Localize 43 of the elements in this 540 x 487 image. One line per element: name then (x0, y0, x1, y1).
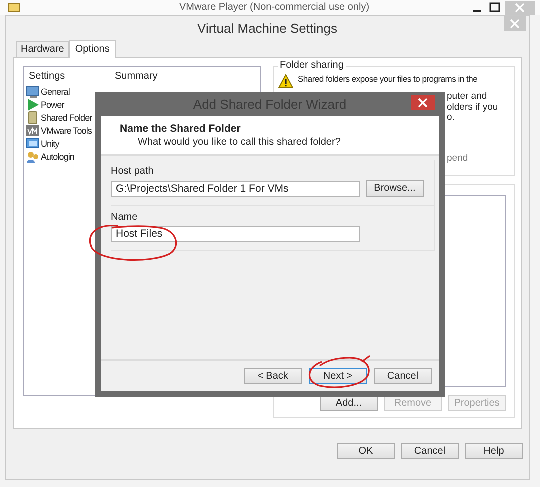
button[interactable]: Help (465, 443, 523, 459)
tab[interactable]: Options (69, 40, 116, 58)
group-label: Folder sharing (278, 60, 346, 71)
window-icon (26, 136, 40, 150)
field-label: Host path (111, 166, 155, 177)
maximize-icon[interactable] (487, 2, 503, 14)
step-title: Name the Shared Folder (120, 123, 242, 135)
button[interactable]: Cancel (401, 443, 459, 459)
monitor-icon (26, 84, 40, 98)
browse-button[interactable]: Browse... (366, 180, 424, 197)
vm-icon (26, 124, 40, 138)
settings-item[interactable]: General (41, 86, 70, 96)
column-header: Summary (115, 71, 158, 82)
settings-item[interactable]: Power (41, 100, 64, 110)
step-description: What would you like to call this shared folder? (137, 137, 342, 148)
close-icon (418, 98, 428, 108)
warning-text: olders if you (447, 102, 498, 113)
warning-icon (278, 74, 294, 89)
button[interactable]: Cancel (374, 368, 432, 384)
input-field[interactable]: G:\Projects\Shared Folder 1 For VMs (111, 180, 360, 196)
column-header: Settings (29, 71, 66, 82)
field-label: Name (111, 212, 139, 223)
settings-item[interactable]: Shared Folder (41, 112, 92, 122)
play-icon (26, 98, 40, 112)
settings-item[interactable]: Autologin (41, 152, 74, 162)
input-field[interactable]: Host Files (111, 226, 360, 242)
settings-item[interactable]: VMware Tools (41, 126, 92, 136)
close-button[interactable] (411, 95, 435, 110)
warning-text: Shared folders expose your files to programs in the (298, 74, 478, 85)
dialog-title: Virtual Machine Settings (198, 20, 338, 36)
button[interactable]: < Back (244, 368, 302, 384)
tab[interactable]: Hardware (16, 41, 70, 57)
button[interactable]: OK (337, 443, 395, 459)
settings-item[interactable]: Unity (41, 138, 60, 148)
window-title: VMware Player (Non-commercial use only) (178, 2, 371, 13)
warning-text: pend (447, 154, 468, 164)
warning-text: puter and (447, 92, 488, 102)
people-icon (26, 150, 40, 164)
warning-text: o. (447, 113, 455, 124)
close-icon (510, 18, 520, 28)
button[interactable]: Next > (309, 368, 367, 384)
close-icon (515, 2, 525, 12)
window-icon (8, 3, 20, 12)
